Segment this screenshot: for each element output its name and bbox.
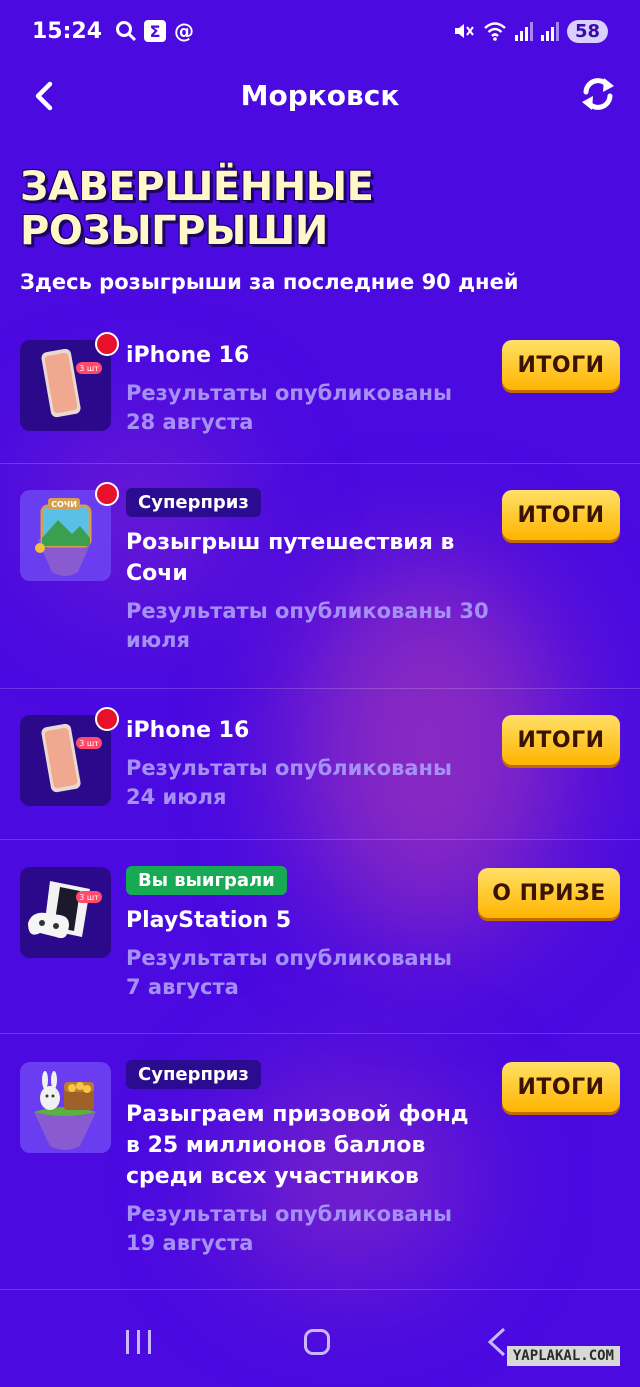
treasure-island-icon	[20, 1062, 111, 1153]
item-meta: Результаты опубликованы 24 июля	[126, 756, 453, 809]
sigma-box-icon: Σ	[144, 20, 167, 42]
winner-badge: Вы выиграли	[126, 866, 287, 895]
item-meta: Результаты опубликованы 28 августа	[126, 381, 453, 434]
status-time: 15:24	[32, 18, 103, 44]
new-indicator-dot	[95, 707, 119, 731]
new-indicator-dot	[95, 482, 119, 506]
mute-icon	[451, 19, 475, 43]
list-item[interactable]: 3 шт iPhone 16 Результаты опубликованы 2…	[0, 689, 640, 840]
watermark: YAPLAKAL.COM	[506, 1346, 620, 1366]
item-meta: Результаты опубликованы 19 августа	[126, 1202, 453, 1255]
refresh-icon	[582, 78, 614, 110]
sochi-island-icon: СОЧИ	[20, 482, 119, 581]
item-meta: Результаты опубликованы 30 июля	[126, 599, 489, 652]
svg-text:3 шт: 3 шт	[79, 739, 99, 748]
superprize-badge: Суперприз	[126, 488, 261, 517]
list-item[interactable]: Суперприз Разыграем призовой фонд в 25 м…	[0, 1034, 640, 1290]
signal-icon	[514, 21, 533, 41]
back-button[interactable]	[28, 76, 64, 116]
list-item[interactable]: СОЧИ Суперприз Розыгрыш путешествия в Со…	[0, 464, 640, 689]
list-item[interactable]: 3 шт iPhone 16 Результаты опубликованы 2…	[0, 318, 640, 464]
page-title: Завершённые розыгрыши	[20, 164, 374, 254]
results-button[interactable]: ИТОГИ	[502, 490, 620, 540]
signal-icon	[540, 21, 559, 41]
chevron-left-icon	[35, 81, 53, 111]
top-nav-bar: Морковск	[0, 64, 640, 126]
results-button[interactable]: ИТОГИ	[502, 1062, 620, 1112]
prize-info-button[interactable]: О ПРИЗЕ	[478, 868, 620, 918]
status-bar: 15:24 Σ @ 58	[0, 0, 640, 62]
list-item[interactable]: 3 шт Вы выиграли PlayStation 5 Результат…	[0, 840, 640, 1034]
iphone-icon: 3 шт	[20, 332, 119, 431]
recent-apps-button[interactable]	[126, 1330, 151, 1354]
chevron-left-icon	[487, 1327, 506, 1357]
page-subtitle: Здесь розыгрыши за последние 90 дней	[20, 270, 519, 294]
results-button[interactable]: ИТОГИ	[502, 715, 620, 765]
city-title[interactable]: Морковск	[241, 79, 400, 112]
iphone-icon: 3 шт	[20, 707, 119, 806]
wifi-icon	[483, 19, 507, 43]
playstation-icon: 3 шт	[20, 867, 111, 958]
svg-text:СОЧИ: СОЧИ	[51, 500, 77, 509]
item-title: PlayStation 5	[126, 908, 292, 933]
refresh-button[interactable]	[578, 74, 618, 114]
item-title: iPhone 16	[126, 343, 250, 368]
superprize-badge: Суперприз	[126, 1060, 261, 1089]
item-meta: Результаты опубликованы 7 августа	[126, 946, 453, 999]
item-title: iPhone 16	[126, 718, 250, 743]
battery-indicator: 58	[566, 19, 608, 43]
raffle-list: 3 шт iPhone 16 Результаты опубликованы 2…	[0, 318, 640, 1290]
svg-text:3 шт: 3 шт	[79, 893, 99, 902]
at-icon: @	[174, 19, 195, 43]
item-title: Розыгрыш путешествия в Сочи	[126, 530, 455, 586]
search-icon	[114, 19, 138, 43]
item-title: Разыграем призовой фонд в 25 миллионов б…	[126, 1102, 469, 1189]
home-button[interactable]	[304, 1329, 330, 1355]
svg-text:3 шт: 3 шт	[79, 364, 99, 373]
results-button[interactable]: ИТОГИ	[502, 340, 620, 390]
new-indicator-dot	[95, 332, 119, 356]
system-back-button[interactable]	[486, 1325, 508, 1359]
